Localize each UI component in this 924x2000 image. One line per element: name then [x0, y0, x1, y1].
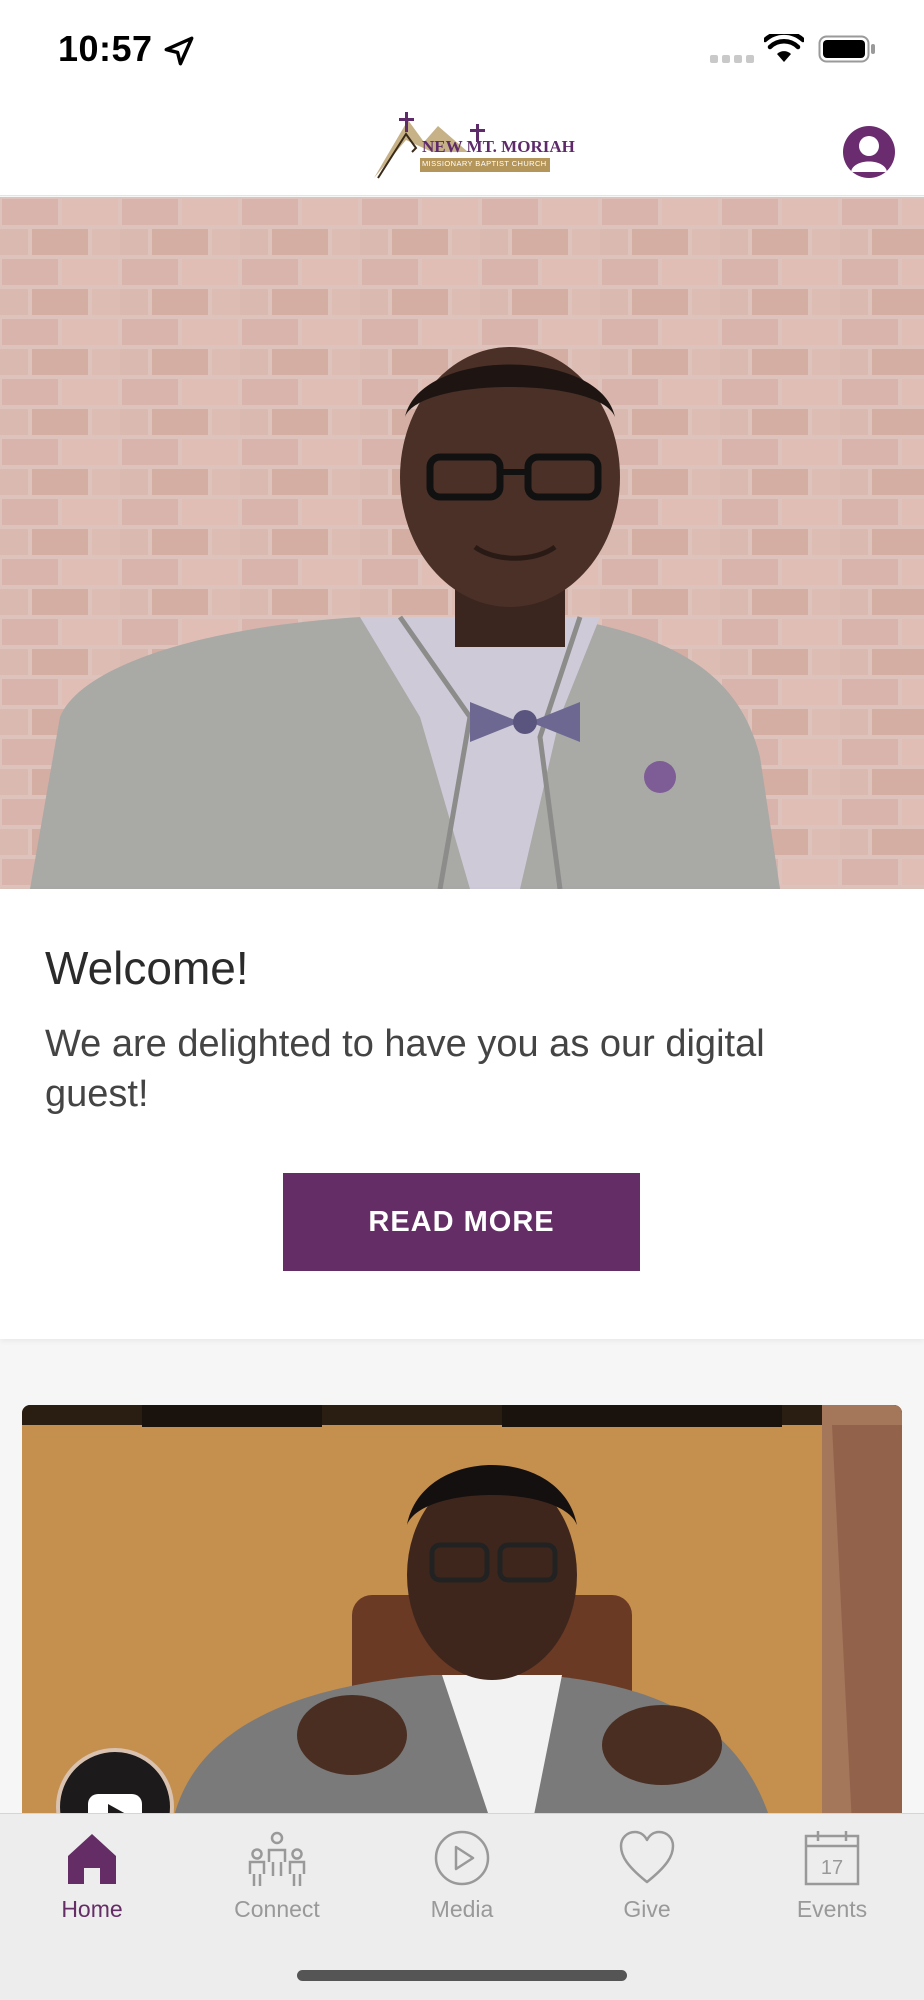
tab-give[interactable]: Give	[555, 1814, 739, 1934]
logo-subtitle: MISSIONARY BAPTIST CHURCH	[422, 159, 547, 168]
pastor-hero-image	[0, 197, 924, 889]
location-arrow-icon	[164, 36, 194, 66]
welcome-card: Welcome! We are delighted to have you as…	[0, 889, 924, 1339]
tab-home[interactable]: Home	[0, 1814, 184, 1934]
church-logo[interactable]: NEW MT. MORIAH MISSIONARY BAPTIST CHURCH	[372, 112, 575, 180]
status-bar: 10:57	[0, 0, 924, 100]
battery-icon	[818, 35, 875, 63]
user-icon	[851, 136, 887, 172]
play-circle-icon	[434, 1830, 490, 1886]
welcome-title: Welcome!	[45, 942, 249, 994]
home-icon	[68, 1834, 116, 1884]
welcome-message: We are delighted to have you as our digi…	[45, 1023, 765, 1115]
app-screen: 10:57 NEW MT. MORIAH MISSIONARY BAPTIST …	[0, 0, 924, 2000]
wifi-icon	[764, 34, 804, 62]
logo-title: NEW MT. MORIAH	[422, 137, 575, 156]
tab-label-give: Give	[623, 1896, 671, 1922]
app-header: NEW MT. MORIAH MISSIONARY BAPTIST CHURCH	[0, 100, 924, 196]
tab-connect[interactable]: Connect	[185, 1814, 369, 1934]
home-indicator[interactable]	[297, 1970, 627, 1981]
calendar-day-number: 17	[821, 1857, 843, 1879]
status-time: 10:57	[58, 28, 153, 69]
profile-avatar-button[interactable]	[843, 126, 895, 178]
tab-media[interactable]: Media	[370, 1814, 554, 1934]
people-icon	[248, 1831, 306, 1886]
tab-label-connect: Connect	[234, 1896, 320, 1922]
calendar-icon: 17	[804, 1831, 860, 1886]
tab-label-events: Events	[796, 1896, 868, 1922]
cellular-signal-icon	[710, 55, 754, 63]
heart-icon	[619, 1830, 675, 1884]
tab-label-media: Media	[430, 1896, 494, 1922]
read-more-button[interactable]: READ MORE	[283, 1173, 640, 1271]
tab-label-home: Home	[61, 1896, 123, 1922]
tab-events[interactable]: 17 Events	[740, 1814, 924, 1934]
